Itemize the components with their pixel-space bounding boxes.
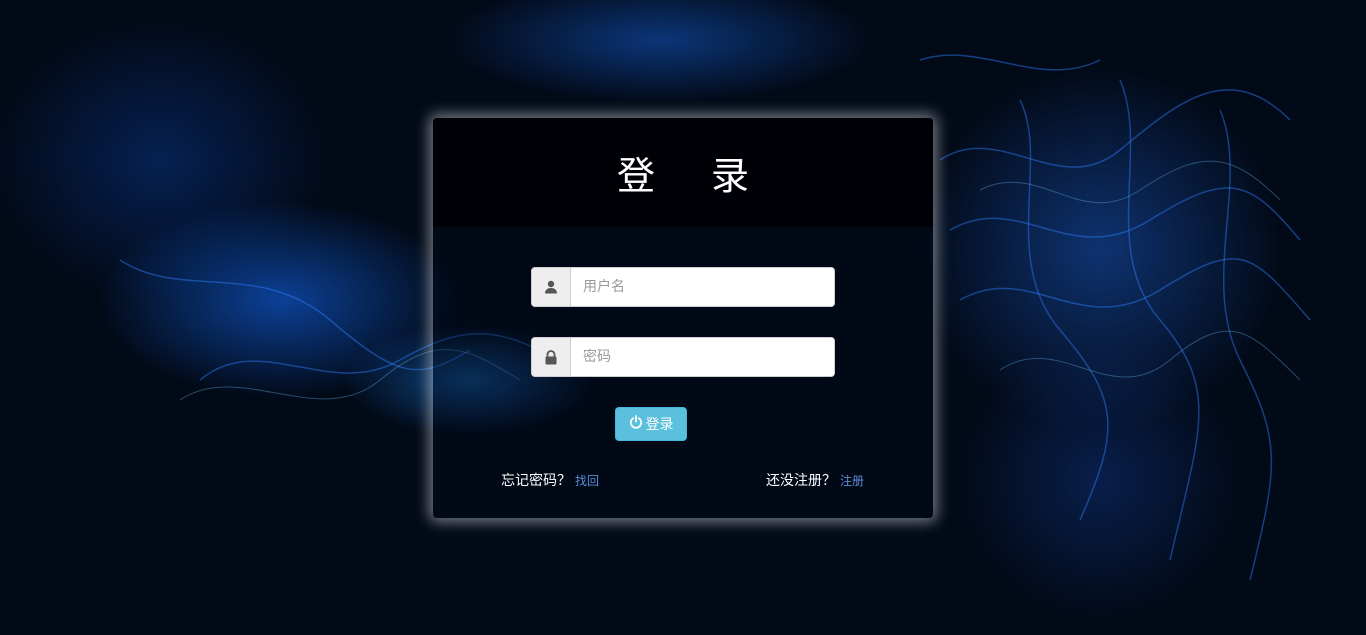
password-field[interactable] — [531, 337, 835, 377]
login-button[interactable]: 登录 — [615, 407, 687, 441]
username-field[interactable] — [531, 267, 835, 307]
user-icon — [532, 268, 571, 306]
lock-icon — [532, 338, 571, 376]
login-panel: 登 录 登录 忘记密码？ 找回 — [433, 118, 933, 518]
username-input[interactable] — [571, 268, 834, 306]
login-title: 登 录 — [616, 154, 772, 198]
register-link[interactable]: 注册 — [840, 472, 864, 489]
forgot-password: 忘记密码？ 找回 — [501, 470, 599, 490]
power-icon — [629, 415, 643, 433]
forgot-password-link[interactable]: 找回 — [575, 472, 599, 489]
forgot-password-text: 忘记密码？ — [501, 473, 571, 489]
register-prompt: 还没注册？ 注册 — [766, 470, 864, 490]
login-header: 登 录 — [433, 118, 933, 227]
register-prompt-text: 还没注册？ — [766, 473, 836, 489]
login-button-label: 登录 — [645, 417, 674, 433]
password-input[interactable] — [571, 338, 834, 376]
